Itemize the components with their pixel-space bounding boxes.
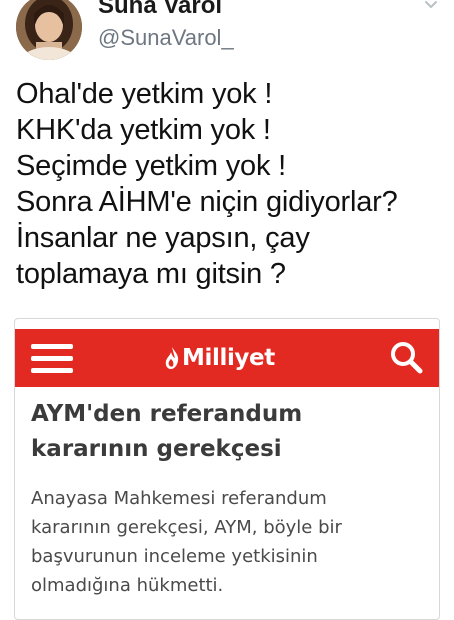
summary-line: olmadığına hükmetti.: [31, 575, 224, 596]
brand-name: Milliyet: [182, 345, 275, 371]
hamburger-menu-icon[interactable]: [31, 344, 73, 374]
search-icon[interactable]: [389, 340, 425, 376]
tweet-line: Seçimde yetkim yok !: [16, 150, 286, 182]
tweet-line: KHK'da yetkim yok !: [16, 114, 271, 146]
tweet-line: Sonra AİHM'e niçin gidiyorlar?: [16, 186, 398, 218]
tweet-line: Ohal'de yetkim yok !: [16, 78, 273, 110]
headline-line: kararının gerekçesi: [31, 436, 282, 462]
headline-line: AYM'den referandum: [31, 401, 303, 427]
avatar[interactable]: [16, 0, 82, 60]
chevron-down-icon[interactable]: [424, 0, 438, 12]
article-summary: Anayasa Mahkemesi referandum kararının g…: [31, 484, 431, 600]
avatar-image: [16, 0, 82, 60]
tweet-header: Suna Varol @SunaVarol_: [0, 0, 454, 62]
article-headline[interactable]: AYM'den referandum kararının gerekçesi: [31, 397, 421, 467]
summary-line: başvurunun inceleme yetkisinin: [31, 546, 318, 567]
summary-line: kararının gerekçesi, AYM, böyle bir: [31, 517, 342, 538]
brand-logo[interactable]: Milliyet: [163, 341, 275, 375]
tweet-text: Ohal'de yetkim yok ! KHK'da yetkim yok !…: [16, 76, 446, 292]
display-name[interactable]: Suna Varol: [98, 0, 222, 20]
summary-line: Anayasa Mahkemesi referandum: [31, 488, 327, 509]
news-topbar: Milliyet: [15, 329, 439, 387]
flame-icon: [165, 347, 179, 369]
tweet-line: İnsanlar ne yapsın, çay: [16, 222, 310, 254]
user-handle[interactable]: @SunaVarol_: [98, 25, 234, 51]
tweet-line: toplamaya mı gitsin ?: [16, 258, 286, 290]
embedded-news-card[interactable]: Milliyet AYM'den referandum kararının ge…: [14, 318, 440, 620]
